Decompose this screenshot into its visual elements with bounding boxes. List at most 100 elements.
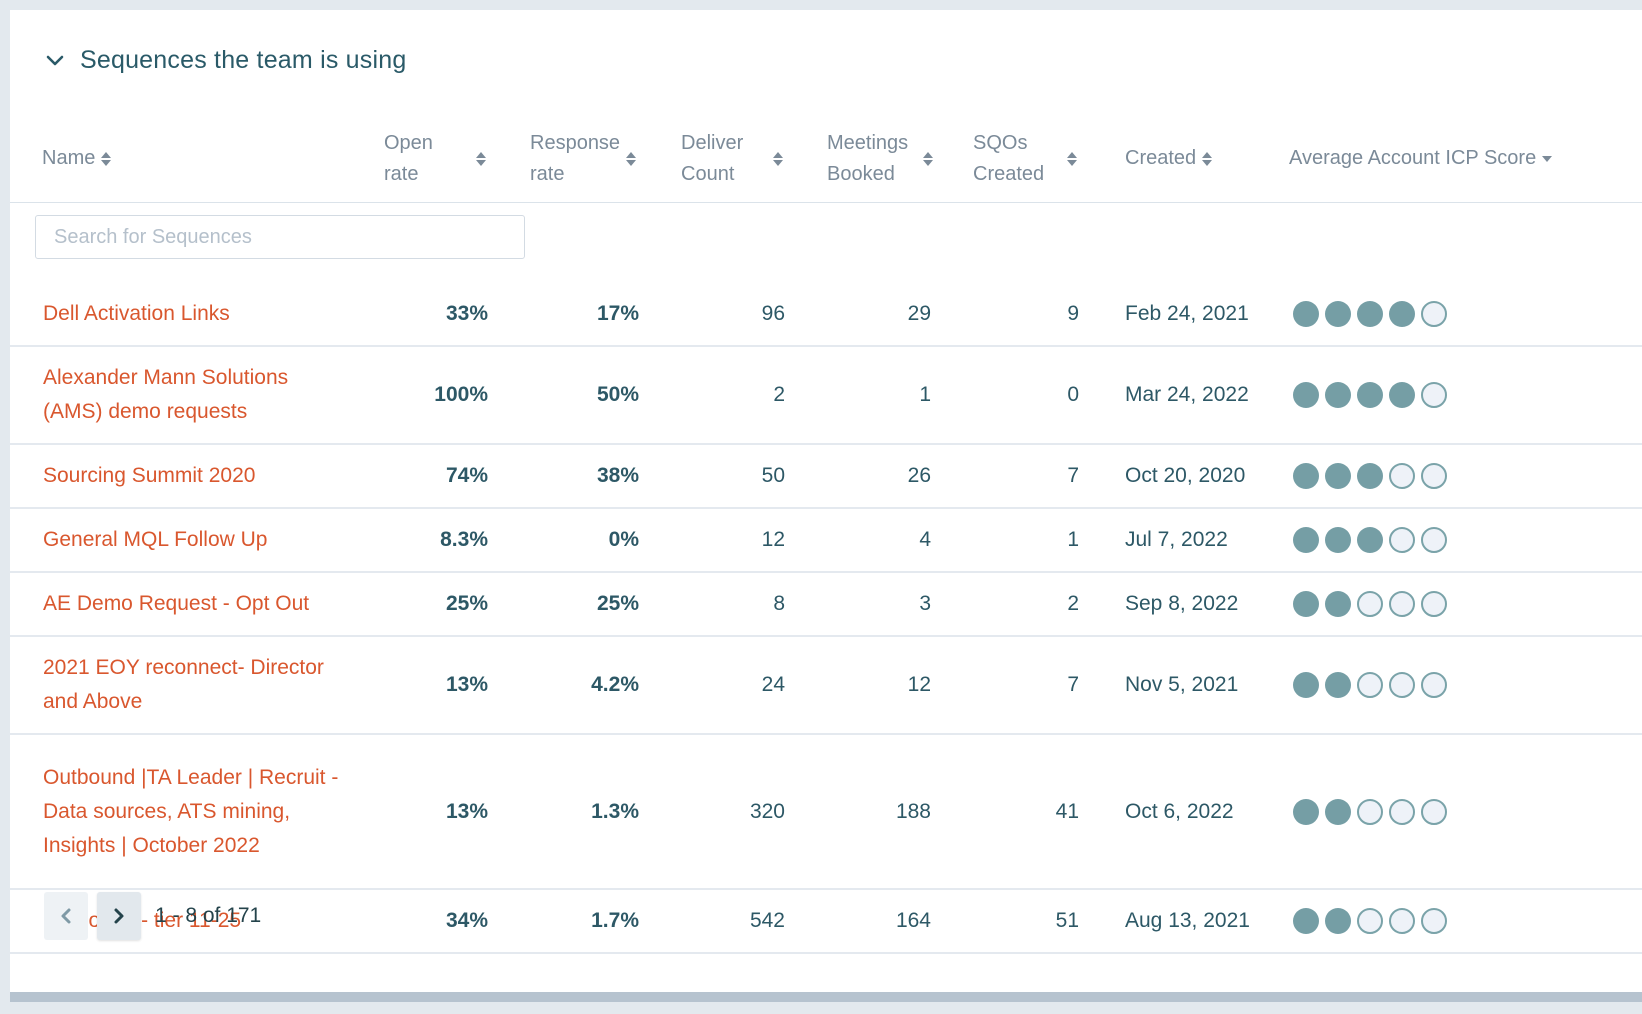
pagination: 1 - 8 of 171 <box>44 892 261 940</box>
column-header-meetings-booked[interactable]: Meetings Booked <box>807 115 953 203</box>
meetings-booked-cell: 188 <box>807 734 953 890</box>
scrollbar-track[interactable] <box>10 992 1642 1002</box>
score-dot-empty-icon <box>1389 798 1415 825</box>
sort-icon <box>1067 151 1077 166</box>
score-dot-empty-icon <box>1421 591 1447 617</box>
sequence-name-link[interactable]: General MQL Follow Up <box>10 508 364 573</box>
sqos-created-cell: 9 <box>953 283 1101 347</box>
deliver-count-cell: 8 <box>661 572 807 637</box>
icp-score-rating <box>1293 591 1642 617</box>
sqos-created-cell: 0 <box>953 346 1101 445</box>
score-dot-empty-icon <box>1389 463 1415 489</box>
meetings-booked-cell: 26 <box>807 444 953 509</box>
created-date-cell: Oct 6, 2022 <box>1101 734 1269 890</box>
score-dot-empty-icon <box>1421 908 1447 934</box>
meetings-booked-cell: 164 <box>807 889 953 954</box>
table-row[interactable]: AE Demo Request - Opt Out 25% 25% 8 3 2 Sep 8,… <box>10 572 1642 637</box>
deliver-count-cell: 320 <box>661 734 807 890</box>
meetings-booked-cell: 4 <box>807 508 953 573</box>
created-date-cell: Sep 8, 2022 <box>1101 572 1269 637</box>
sequence-name-link[interactable]: Sourcing Summit 2020 <box>10 444 364 509</box>
score-dot-empty-icon <box>1357 798 1383 825</box>
icp-score-rating <box>1293 463 1642 489</box>
score-dot-filled-icon <box>1357 382 1383 408</box>
sequence-name-link[interactable]: 2021 EOY reconnect- Director and Above <box>10 636 364 735</box>
column-header-created[interactable]: Created <box>1101 115 1269 203</box>
meetings-booked-cell: 1 <box>807 346 953 445</box>
sequence-name-link[interactable]: Dell Activation Links <box>10 283 364 347</box>
score-dot-filled-icon <box>1293 463 1319 489</box>
column-header-sqos-created[interactable]: SQOs Created <box>953 115 1101 203</box>
column-header-response-rate[interactable]: Response rate <box>510 115 661 203</box>
sequences-table: Name Open rate Response rate Deliver Cou… <box>10 115 1642 954</box>
search-input[interactable] <box>35 215 525 259</box>
meetings-booked-cell: 29 <box>807 283 953 347</box>
sequence-name-link[interactable]: Outbound |TA Leader | Recruit - Data sou… <box>10 734 364 890</box>
table-header-row: Name Open rate Response rate Deliver Cou… <box>10 115 1642 203</box>
deliver-count-cell: 12 <box>661 508 807 573</box>
sequences-panel: Sequences the team is using Name Open ra… <box>10 10 1642 992</box>
response-rate-cell: 38% <box>510 444 661 509</box>
deliver-count-cell: 2 <box>661 346 807 445</box>
meetings-booked-cell: 3 <box>807 572 953 637</box>
prev-page-button[interactable] <box>44 892 88 940</box>
section-title: Sequences the team is using <box>80 46 407 74</box>
created-date-cell: Aug 13, 2021 <box>1101 889 1269 954</box>
score-dot-filled-icon <box>1325 591 1351 617</box>
sequence-name-link[interactable]: Alexander Mann Solutions (AMS) demo requ… <box>10 346 364 445</box>
icp-score-rating <box>1293 527 1642 553</box>
table-row[interactable]: 2021 EOY reconnect- Director and Above 13… <box>10 636 1642 735</box>
score-dot-filled-icon <box>1293 591 1319 617</box>
icp-score-rating <box>1293 382 1642 408</box>
score-dot-filled-icon <box>1357 301 1383 327</box>
score-dot-empty-icon <box>1389 908 1415 934</box>
score-dot-filled-icon <box>1325 463 1351 489</box>
sqos-created-cell: 1 <box>953 508 1101 573</box>
sqos-created-cell: 7 <box>953 636 1101 735</box>
score-dot-empty-icon <box>1421 301 1447 327</box>
table-row[interactable]: Outbound |TA Leader | Recruit - Data sou… <box>10 734 1642 890</box>
table-row[interactable]: Alexander Mann Solutions (AMS) demo requ… <box>10 346 1642 445</box>
column-label: Response rate <box>530 131 621 185</box>
created-date-cell: Jul 7, 2022 <box>1101 508 1269 573</box>
chevron-right-icon <box>114 908 124 924</box>
open-rate-cell: 33% <box>364 283 510 347</box>
score-dot-empty-icon <box>1357 591 1383 617</box>
icp-score-cell <box>1269 889 1642 954</box>
section-toggle[interactable]: Sequences the team is using <box>44 46 406 75</box>
column-header-deliver-count[interactable]: Deliver Count <box>661 115 807 203</box>
icp-score-cell <box>1269 572 1642 637</box>
response-rate-cell: 4.2% <box>510 636 661 735</box>
sqos-created-cell: 7 <box>953 444 1101 509</box>
score-dot-filled-icon <box>1389 301 1415 327</box>
sort-icon <box>923 151 933 166</box>
open-rate-cell: 13% <box>364 734 510 890</box>
score-dot-empty-icon <box>1357 672 1383 698</box>
next-page-button[interactable] <box>97 892 141 940</box>
created-date-cell: Feb 24, 2021 <box>1101 283 1269 347</box>
table-row[interactable]: Dell Activation Links 33% 17% 96 29 9 Feb 24, … <box>10 283 1642 347</box>
sort-icon <box>476 151 486 166</box>
meetings-booked-cell: 12 <box>807 636 953 735</box>
sort-icon <box>773 151 783 166</box>
column-header-open-rate[interactable]: Open rate <box>364 115 510 203</box>
score-dot-filled-icon <box>1325 382 1351 408</box>
score-dot-filled-icon <box>1389 382 1415 408</box>
created-date-cell: Nov 5, 2021 <box>1101 636 1269 735</box>
table-row[interactable]: Sourcing Summit 2020 74% 38% 50 26 7 Oct 20, 2… <box>10 444 1642 509</box>
score-dot-filled-icon <box>1293 527 1319 553</box>
response-rate-cell: 1.3% <box>510 734 661 890</box>
score-dot-filled-icon <box>1293 672 1319 698</box>
sequence-name-link[interactable]: AE Demo Request - Opt Out <box>10 572 364 637</box>
column-label: Meetings Booked <box>827 131 909 185</box>
sort-descending-icon <box>1542 155 1553 162</box>
score-dot-empty-icon <box>1389 672 1415 698</box>
sort-icon <box>626 151 636 166</box>
table-row[interactable]: General MQL Follow Up 8.3% 0% 12 4 1 Jul 7, 20… <box>10 508 1642 573</box>
column-header-name[interactable]: Name <box>10 115 364 203</box>
column-label: Open rate <box>384 131 433 185</box>
icp-score-cell <box>1269 283 1642 347</box>
score-dot-filled-icon <box>1293 301 1319 327</box>
response-rate-cell: 1.7% <box>510 889 661 954</box>
column-header-icp-score[interactable]: Average Account ICP Score <box>1269 115 1642 203</box>
